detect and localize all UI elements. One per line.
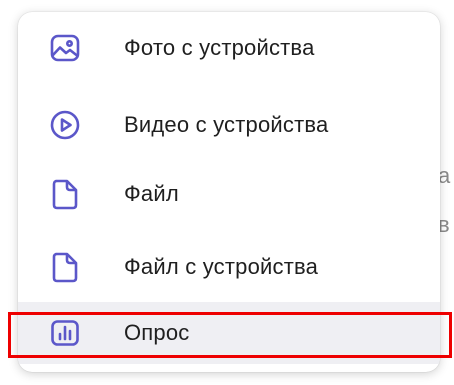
menu-item-label: Видео с устройства <box>124 112 329 137</box>
photo-icon <box>48 31 82 65</box>
menu-item-file[interactable]: Файл <box>18 158 440 230</box>
menu-item-poll[interactable]: Опрос <box>18 302 440 364</box>
screen: а в Фото с устройства Видео с устройства <box>0 0 454 385</box>
menu-item-photo-from-device[interactable]: Фото с устройства <box>18 12 440 84</box>
file-icon <box>48 177 82 211</box>
menu-item-label: Опрос <box>124 320 190 345</box>
menu-item-label: Фото с устройства <box>124 35 315 60</box>
menu-item-label: Файл с устройства <box>124 254 319 279</box>
poll-chart-icon <box>48 316 82 350</box>
menu-item-label: Файл <box>124 181 179 206</box>
menu-item-file-from-device[interactable]: Файл с устройства <box>18 231 440 303</box>
menu-item-video-from-device[interactable]: Видео с устройства <box>18 89 440 161</box>
attach-menu: Фото с устройства Видео с устройства Фай… <box>18 12 440 372</box>
file-icon <box>48 250 82 284</box>
video-play-icon <box>48 108 82 142</box>
